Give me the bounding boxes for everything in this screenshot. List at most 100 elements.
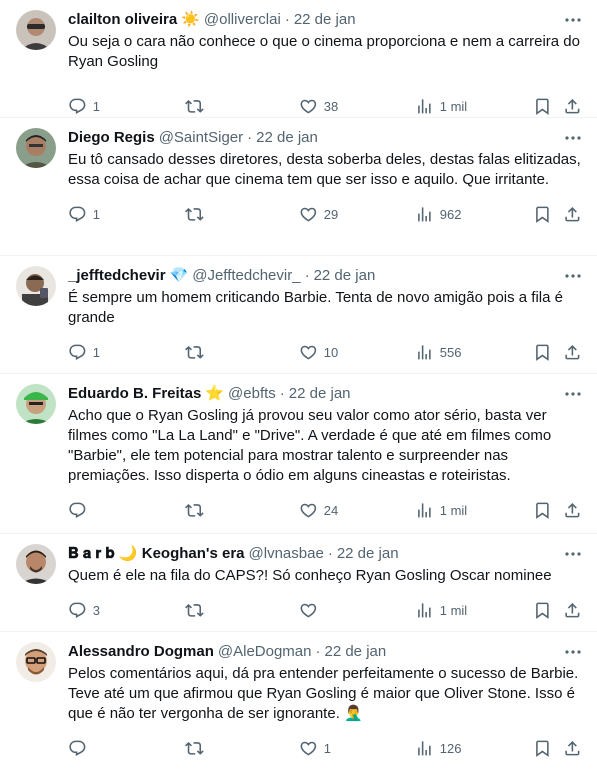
bookmark-button[interactable]: [533, 501, 552, 520]
avatar[interactable]: [16, 128, 56, 168]
share-button[interactable]: [563, 739, 582, 758]
action-bar: 1 10 556: [68, 332, 583, 372]
display-name[interactable]: Alessandro Dogman: [68, 642, 214, 662]
like-button[interactable]: [299, 601, 324, 620]
views-button[interactable]: 1 mil: [415, 501, 467, 520]
tweet[interactable]: Diego Regis @SaintSiger · 22 de jan Eu t…: [0, 118, 597, 256]
retweet-button[interactable]: [185, 501, 204, 520]
views-icon: [418, 740, 431, 756]
retweet-button[interactable]: [185, 205, 204, 224]
tweet-header: 𝐁 𝐚 𝐫 𝐛 🌙 Keoghan's era @lvnasbae · 22 d…: [68, 544, 583, 564]
display-name[interactable]: Eduardo B. Freitas: [68, 384, 201, 404]
more-options-button[interactable]: [563, 268, 583, 284]
retweet-button[interactable]: [185, 97, 204, 116]
reply-button[interactable]: 1: [68, 205, 100, 224]
display-name[interactable]: clailton oliveira: [68, 10, 177, 30]
more-options-button[interactable]: [563, 386, 583, 402]
bookmark-button[interactable]: [533, 601, 552, 620]
like-button[interactable]: 29: [299, 205, 338, 224]
separator-dot: ·: [327, 545, 333, 562]
like-count: 24: [323, 502, 339, 518]
reply-button[interactable]: 1: [68, 343, 100, 362]
retweet-icon: [185, 603, 204, 617]
bookmark-button[interactable]: [533, 205, 552, 224]
user-handle[interactable]: @SaintSiger: [159, 128, 243, 148]
retweet-icon: [185, 207, 204, 221]
timestamp[interactable]: 22 de jan: [314, 266, 376, 286]
tweet[interactable]: clailton oliveira ☀️ @olliverclai · 22 d…: [0, 0, 597, 118]
more-options-button[interactable]: [563, 12, 583, 28]
more-icon: [565, 18, 581, 22]
views-button[interactable]: 126: [415, 739, 461, 758]
share-button[interactable]: [563, 205, 582, 224]
retweet-button[interactable]: [185, 601, 204, 620]
share-icon: [565, 740, 580, 756]
display-name[interactable]: Diego Regis: [68, 128, 155, 148]
share-button[interactable]: [563, 501, 582, 520]
views-button[interactable]: 962: [415, 205, 461, 224]
like-button[interactable]: 38: [299, 97, 338, 116]
avatar[interactable]: [16, 642, 56, 682]
views-button[interactable]: 556: [415, 343, 461, 362]
bookmark-button[interactable]: [533, 343, 552, 362]
more-options-button[interactable]: [563, 130, 583, 146]
share-button[interactable]: [563, 97, 582, 116]
more-options-button[interactable]: [563, 644, 583, 660]
star-badge-icon: ⭐: [205, 385, 225, 402]
share-button[interactable]: [563, 343, 582, 362]
reply-count: 3: [92, 602, 100, 618]
tweet-header: clailton oliveira ☀️ @olliverclai · 22 d…: [68, 10, 583, 30]
share-icon: [565, 344, 580, 360]
timestamp[interactable]: 22 de jan: [337, 544, 399, 564]
tweet[interactable]: _jefftedchevir 💎 @Jefftedchevir_ · 22 de…: [0, 256, 597, 374]
tweet[interactable]: Alessandro Dogman @AleDogman · 22 de jan…: [0, 632, 597, 772]
views-icon: [418, 98, 431, 114]
user-handle[interactable]: @lvnasbae: [249, 544, 324, 564]
like-count: 1: [323, 740, 331, 756]
tweet-text: Ou seja o cara não conhece o que o cinem…: [68, 33, 580, 70]
reply-button[interactable]: 1: [68, 97, 100, 116]
user-handle[interactable]: @olliverclai: [204, 10, 281, 30]
like-button[interactable]: 24: [299, 501, 338, 520]
retweet-button[interactable]: [185, 739, 204, 758]
bookmark-button[interactable]: [533, 739, 552, 758]
avatar[interactable]: [16, 266, 56, 306]
display-name[interactable]: 𝐁 𝐚 𝐫 𝐛 🌙 Keoghan's era: [68, 544, 245, 564]
reply-icon: [69, 206, 86, 222]
avatar[interactable]: [16, 10, 56, 50]
views-count: 126: [439, 740, 462, 756]
tweet[interactable]: 𝐁 𝐚 𝐫 𝐛 🌙 Keoghan's era @lvnasbae · 22 d…: [0, 534, 597, 632]
reply-button[interactable]: 3: [68, 601, 100, 620]
tweet[interactable]: Eduardo B. Freitas ⭐ @ebfts · 22 de jan …: [0, 374, 597, 534]
action-bar: 3 1 mil: [68, 590, 583, 630]
user-handle[interactable]: @AleDogman: [218, 642, 312, 662]
like-button[interactable]: 1: [299, 739, 331, 758]
views-icon: [418, 502, 431, 518]
timestamp[interactable]: 22 de jan: [324, 642, 386, 662]
tweet-text: Acho que o Ryan Gosling já provou seu va…: [68, 407, 552, 484]
user-handle[interactable]: @ebfts: [228, 384, 276, 404]
timestamp[interactable]: 22 de jan: [256, 128, 318, 148]
retweet-button[interactable]: [185, 343, 204, 362]
tweet-header: Eduardo B. Freitas ⭐ @ebfts · 22 de jan: [68, 384, 583, 404]
reply-button[interactable]: [68, 739, 93, 758]
action-bar: 1 126: [68, 728, 583, 768]
tweet-header: _jefftedchevir 💎 @Jefftedchevir_ · 22 de…: [68, 266, 583, 286]
avatar[interactable]: [16, 544, 56, 584]
reply-icon: [69, 98, 86, 114]
like-count: 38: [323, 98, 339, 114]
timestamp[interactable]: 22 de jan: [289, 384, 351, 404]
bookmark-button[interactable]: [533, 97, 552, 116]
reply-button[interactable]: [68, 501, 93, 520]
avatar[interactable]: [16, 384, 56, 424]
views-button[interactable]: 1 mil: [415, 601, 467, 620]
more-options-button[interactable]: [563, 546, 583, 562]
views-button[interactable]: 1 mil: [415, 97, 467, 116]
user-handle[interactable]: @Jefftedchevir_: [192, 266, 300, 286]
like-button[interactable]: 10: [299, 343, 338, 362]
display-name[interactable]: _jefftedchevir: [68, 266, 166, 286]
share-button[interactable]: [563, 601, 582, 620]
timestamp[interactable]: 22 de jan: [294, 10, 356, 30]
tweet-header: Diego Regis @SaintSiger · 22 de jan: [68, 128, 583, 148]
reply-icon: [69, 344, 86, 360]
